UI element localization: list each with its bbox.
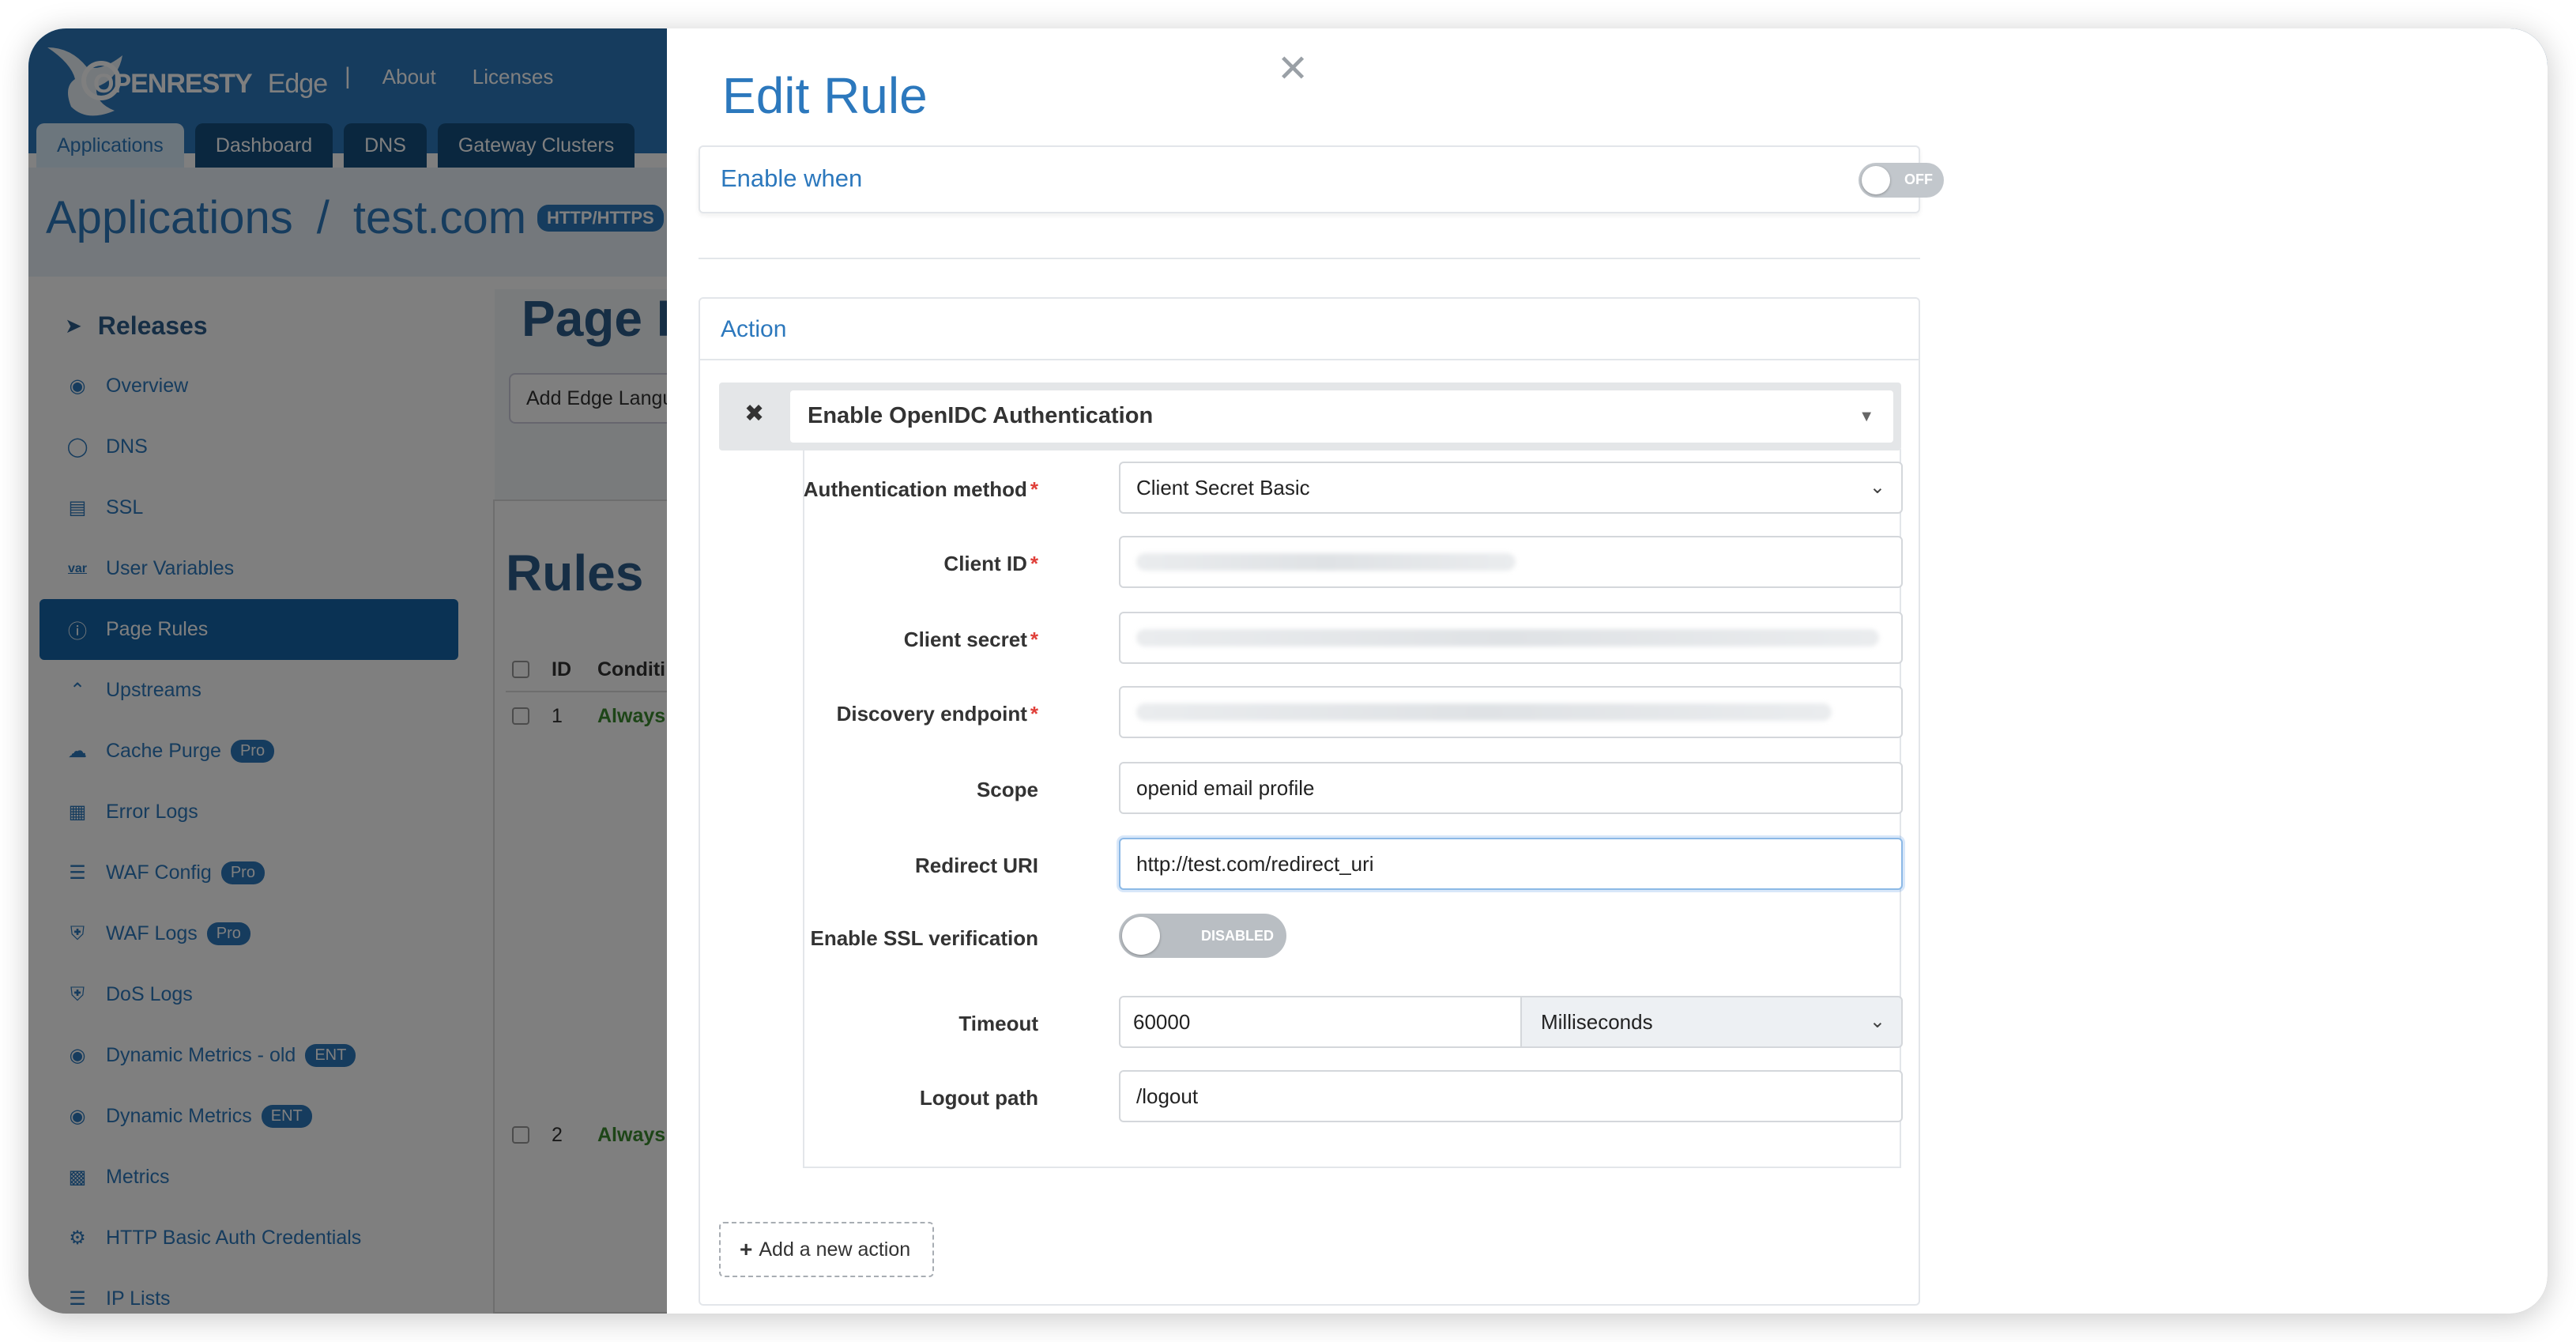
auth-method-label-text: Authentication method [803,477,1027,501]
scope-label: Scope [976,778,1038,801]
discovery-label-text: Discovery endpoint [836,702,1027,726]
redacted-value [1136,553,1516,571]
client-secret-label-text: Client secret [903,628,1027,651]
auth-method-row: Authentication method * Client Secret Bas… [804,462,1903,517]
required-mark: * [1030,477,1038,501]
scope-row: Scope openid email profile [804,762,1903,817]
modal-title: Edit Rule [722,67,928,124]
chevron-down-icon: ⌄ [1869,477,1885,498]
times-icon[interactable]: ✖ [744,400,764,428]
ssl-verify-toggle[interactable]: DISABLED [1119,914,1286,958]
action-card: Action ✖ Enable OpenIDC Authentication ▼… [699,297,1920,1306]
client-secret-row: Client secret * [804,612,1903,667]
required-mark: * [1030,552,1038,575]
ssl-verify-row: Enable SSL verification DISABLED [804,914,1900,969]
client-id-label: Client ID * [943,552,1038,576]
timeout-label: Timeout [958,1012,1038,1035]
action-header: ✖ Enable OpenIDC Authentication ▼ [719,383,1901,450]
chevron-down-icon: ⌄ [1869,1011,1885,1032]
logout-path-row: Logout path /logout [804,1070,1903,1125]
enable-when-toggle[interactable]: OFF [1859,163,1944,198]
client-id-row: Client ID * [804,536,1903,591]
auth-method-label: Authentication method * [804,477,1038,502]
timeout-row: Timeout 60000 Milliseconds ⌄ [804,996,1903,1051]
timeout-unit-value: Milliseconds [1541,1009,1653,1034]
action-divider [700,359,1919,360]
redirect-uri-value: http://test.com/redirect_uri [1136,851,1374,876]
toggle-text: OFF [1904,172,1933,187]
logout-path-value: /logout [1136,1084,1199,1108]
redirect-uri-input[interactable]: http://test.com/redirect_uri [1119,838,1903,890]
logout-path-label: Logout path [919,1086,1038,1110]
window-frame: OPENRESTY Edge | About Licenses Applicat… [28,28,2548,1314]
required-mark: * [1030,702,1038,726]
scope-value: openid email profile [1136,775,1315,800]
auth-method-value: Client Secret Basic [1136,475,1310,499]
discovery-row: Discovery endpoint * [804,686,1903,741]
plus-icon: + [740,1237,753,1261]
action-type-select[interactable]: Enable OpenIDC Authentication ▼ [790,390,1893,443]
toggle-knob [1122,917,1160,955]
timeout-input[interactable]: 60000 [1119,996,1522,1048]
toggle-knob [1862,166,1890,194]
add-new-action-label: Add a new action [759,1238,911,1261]
action-body: Authentication method * Client Secret Bas… [803,449,1903,1168]
redirect-uri-label: Redirect URI [914,854,1038,877]
enable-when-label: Enable when [721,164,863,192]
logout-path-input[interactable]: /logout [1119,1070,1903,1122]
caret-down-icon: ▼ [1859,408,1874,425]
redacted-value [1136,703,1832,721]
redirect-uri-row: Redirect URI http://test.com/redirect_ur… [804,838,1903,893]
timeout-value: 60000 [1133,1009,1191,1034]
client-id-label-text: Client ID [943,552,1027,575]
edit-rule-modal: ✕ Edit Rule Enable when OFF Action ✖ Ena… [667,28,2548,1314]
ssl-verify-label: Enable SSL verification [810,926,1038,950]
client-secret-label: Client secret * [904,628,1038,652]
client-secret-input[interactable] [1119,612,1903,664]
action-type-value: Enable OpenIDC Authentication [808,403,1154,428]
scope-input[interactable]: openid email profile [1119,762,1903,814]
close-icon[interactable]: ✕ [1277,51,1309,89]
client-id-input[interactable] [1119,536,1903,588]
action-label: Action [721,316,787,342]
discovery-endpoint-input[interactable] [1119,686,1903,738]
discovery-label: Discovery endpoint * [837,702,1038,726]
add-new-action-button[interactable]: + Add a new action [719,1222,934,1277]
timeout-unit-select[interactable]: Milliseconds ⌄ [1520,996,1903,1048]
auth-method-select[interactable]: Client Secret Basic ⌄ [1119,462,1903,514]
redacted-value [1136,629,1879,646]
enable-when-card: Enable when OFF [699,145,1944,213]
section-divider [699,258,1920,259]
required-mark: * [1030,628,1038,651]
toggle-text: DISABLED [1201,928,1275,944]
